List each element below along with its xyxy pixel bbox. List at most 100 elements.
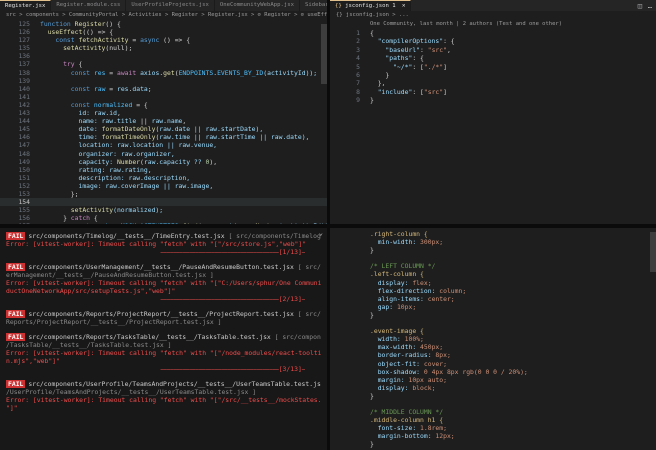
code-line[interactable]: font-size: 1.8rem; — [330, 424, 656, 432]
terminal-text: n.mjs","web"]" — [6, 357, 60, 365]
more-actions-icon[interactable]: … — [648, 2, 652, 10]
code-line[interactable]: 135 setActivity(null); — [0, 44, 327, 52]
code-line[interactable]: 6 } — [330, 71, 656, 79]
code-line[interactable]: 8 "include": ["src"] — [330, 88, 656, 96]
editor-tab[interactable]: Register.jsx — [0, 0, 52, 11]
code-line[interactable]: box-shadow: 0 4px 8px rgb(0 0 0 / 20%); — [330, 368, 656, 376]
register-editor-pane[interactable]: Register.jsx Register.module.css UserProfi… — [0, 0, 327, 224]
code-line[interactable]: width: 100%; — [330, 335, 656, 343]
code-line[interactable]: 138 const res = await axios.get(ENDPOINT… — [0, 69, 327, 77]
code-line[interactable]: border-radius: 8px; — [330, 351, 656, 359]
line-text: flex-direction: column; — [370, 287, 656, 295]
code-line[interactable]: 2 "compilerOptions": { — [330, 37, 656, 45]
code-line[interactable] — [330, 400, 656, 408]
code-line[interactable]: 7 }, — [330, 79, 656, 87]
code-line[interactable]: 151 description: raw.description, — [0, 174, 327, 182]
vertical-scrollbar[interactable] — [650, 232, 656, 272]
vertical-scrollbar[interactable] — [321, 24, 327, 84]
editor-tab[interactable]: OneCommunityWebApp.jsx — [215, 0, 300, 11]
code-line[interactable]: 145 date: formatDateOnly(raw.date || raw… — [0, 125, 327, 133]
line-number — [330, 270, 370, 278]
code-line[interactable]: 143 id: raw.id, — [0, 109, 327, 117]
code-line[interactable]: 144 name: raw.title || raw.name, — [0, 117, 327, 125]
code-line[interactable]: 141 — [0, 93, 327, 101]
code-line[interactable]: 1{ — [330, 29, 656, 37]
css-editor-pane[interactable]: .right-column { min-width: 300px;} /* LEF… — [330, 228, 656, 450]
code-line[interactable]: } — [330, 440, 656, 448]
terminal-line: ⎯⎯⎯⎯⎯⎯⎯⎯⎯⎯⎯⎯⎯⎯⎯⎯⎯⎯⎯⎯⎯⎯⎯⎯⎯⎯⎯⎯⎯⎯⎯⎯⎯⎯⎯⎯⎯[1/… — [6, 248, 321, 256]
jsconfig-editor-pane[interactable]: {} jsconfig.json 1 ✕ ◫ … {} jsconfig.jso… — [330, 0, 656, 224]
terminal-output[interactable]: FAIL src/components/Timelog/__tests__/Tim… — [0, 228, 327, 412]
code-line[interactable]: 152 image: raw.coverImage || raw.image, — [0, 182, 327, 190]
code-line[interactable]: 4 "paths": { — [330, 54, 656, 62]
code-line[interactable]: object-fit: cover; — [330, 360, 656, 368]
close-icon[interactable]: ✕ — [402, 3, 405, 9]
code-line[interactable]: 155 setActivity(normalized); — [0, 206, 327, 214]
split-editor-icon[interactable]: ◫ — [638, 2, 642, 10]
git-blame-codelens[interactable]: One Community, last month | 2 authors (T… — [330, 20, 656, 29]
editor-tab[interactable]: Register.module.css — [51, 0, 127, 11]
code-area[interactable]: .right-column { min-width: 300px;} /* LEF… — [330, 228, 656, 449]
code-line[interactable]: min-width: 300px; — [330, 238, 656, 246]
tab-jsconfig[interactable]: {} jsconfig.json 1 ✕ — [330, 0, 412, 11]
code-line[interactable]: 148 organizer: raw.organizer, — [0, 150, 327, 158]
code-line[interactable]: 9} — [330, 96, 656, 104]
code-line[interactable]: 147 location: raw.location || raw.venue, — [0, 141, 327, 149]
code-line[interactable]: flex-direction: column; — [330, 287, 656, 295]
code-line[interactable]: 127 const fetchActivity = async () => { — [0, 36, 327, 44]
code-line[interactable]: align-items: center; — [330, 295, 656, 303]
code-line[interactable] — [330, 254, 656, 262]
code-line[interactable]: 154 — [0, 198, 327, 207]
test-failure-block: FAIL src/components/Timelog/__tests__/Tim… — [6, 232, 321, 256]
chevron-down-icon[interactable]: ⌄ — [319, 229, 323, 237]
code-line[interactable]: .event-image { — [330, 327, 656, 335]
code-line[interactable]: .left-column { — [330, 270, 656, 278]
code-area[interactable]: 125 function Register() {126 useEffect(()… — [0, 20, 327, 224]
code-token: "~/*" — [370, 62, 413, 71]
code-line[interactable]: 142 const normalized = { — [0, 101, 327, 109]
code-line[interactable]: display: flex; — [330, 279, 656, 287]
code-token: raw — [93, 109, 106, 118]
editor-tab[interactable]: UserProfileProjects.jsx — [126, 0, 215, 11]
line-text: "baseUrl": "src", — [370, 46, 656, 54]
code-line[interactable]: .middle-column h1 { — [330, 416, 656, 424]
code-line[interactable]: 149 capacity: Number(raw.capacity ?? 0), — [0, 158, 327, 166]
code-line[interactable]: /* LEFT COLUMN */ — [330, 262, 656, 270]
code-area[interactable]: 1{2 "compilerOptions": {3 "baseUrl": "sr… — [330, 29, 656, 105]
code-line[interactable]: 125 function Register() { — [0, 20, 327, 28]
code-line[interactable]: 153 }; — [0, 190, 327, 198]
code-line[interactable]: 5 "~/*": ["./*"] — [330, 63, 656, 71]
terminal-pane[interactable]: ⌄ FAIL src/components/Timelog/__tests__/T… — [0, 228, 327, 450]
code-line[interactable]: display: block; — [330, 384, 656, 392]
code-line[interactable]: max-width: 450px; — [330, 343, 656, 351]
code-token: capacity: — [40, 157, 117, 166]
line-number: 151 — [18, 173, 30, 182]
breadcrumb[interactable]: {} jsconfig.json > ... — [330, 11, 656, 20]
code-line[interactable]: } — [330, 246, 656, 254]
line-number: 157 — [0, 222, 40, 224]
editor-tab[interactable]: SidebarMenu.jsx — [300, 0, 327, 11]
code-line[interactable]: gap: 10px; — [330, 303, 656, 311]
code-line[interactable]: 137 try { — [0, 60, 327, 68]
code-line[interactable]: /* MIDDLE COLUMN */ — [330, 408, 656, 416]
code-line[interactable]: 157 const mock = MOCK_ACTIVITIES.find(a … — [0, 222, 327, 224]
line-text: } — [370, 96, 656, 104]
code-token: , — [116, 109, 121, 118]
code-line[interactable]: 146 time: formatTimeOnly(raw.time || raw… — [0, 133, 327, 141]
code-line[interactable]: } — [330, 392, 656, 400]
code-line[interactable]: 150 rating: raw.rating, — [0, 166, 327, 174]
line-text: .middle-column h1 { — [370, 416, 656, 424]
code-line[interactable]: 156 } catch { — [0, 214, 327, 222]
terminal-text: [ src/components/Timelog/__tests__/TimeE… — [228, 232, 321, 240]
code-line[interactable]: 139 — [0, 77, 327, 85]
code-line[interactable]: 126 useEffect(() => { — [0, 28, 327, 36]
breadcrumb[interactable]: src > components > CommunityPortal > Act… — [0, 11, 327, 20]
code-line[interactable]: 3 "baseUrl": "src", — [330, 46, 656, 54]
code-line[interactable] — [330, 319, 656, 327]
code-line[interactable]: .right-column { — [330, 230, 656, 238]
code-line[interactable]: margin-bottom: 12px; — [330, 432, 656, 440]
code-line[interactable]: margin: 10px auto; — [330, 376, 656, 384]
code-line[interactable]: 140 const raw = res.data; — [0, 85, 327, 93]
code-line[interactable]: } — [330, 311, 656, 319]
code-line[interactable]: 136 — [0, 52, 327, 60]
